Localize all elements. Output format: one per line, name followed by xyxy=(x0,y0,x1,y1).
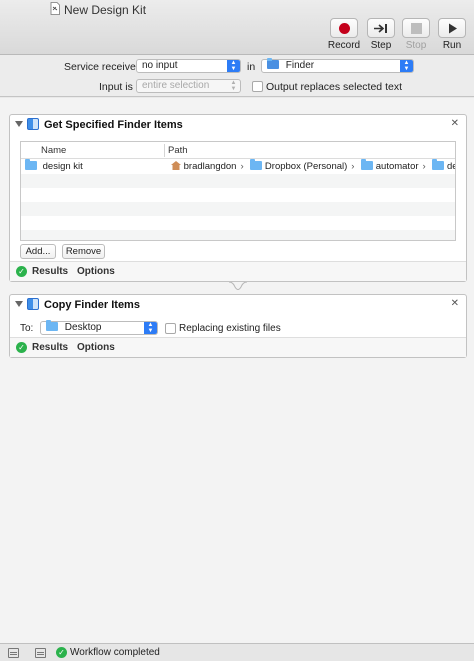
action-connector-icon xyxy=(229,282,247,290)
item-path: bradlangdon › Dropbox (Personal) › automat… xyxy=(171,159,455,172)
service-settings-bar: Service receives no input ▲ ▼ in Finder ▲… xyxy=(0,55,474,97)
finder-items-table: Name Path design kit bradlangdon › Dropbo… xyxy=(20,141,456,241)
action-title: Copy Finder Items xyxy=(44,299,140,311)
status-text: Workflow completed xyxy=(70,647,160,658)
folder-icon xyxy=(432,159,445,170)
path-segment: design xyxy=(446,161,455,172)
popup-arrows-icon: ▲ ▼ xyxy=(230,80,237,92)
workflow-area: Get Specified Finder Items ✕ Name Path d… xyxy=(0,98,474,643)
success-check-icon: ✓ xyxy=(56,647,67,658)
stop-icon xyxy=(410,22,422,34)
disclosure-triangle-icon[interactable] xyxy=(15,301,23,307)
path-segment: Dropbox (Personal) xyxy=(264,161,348,172)
output-replaces-label: Output replaces selected text xyxy=(266,81,402,93)
action-title: Get Specified Finder Items xyxy=(44,119,183,131)
table-row[interactable]: design kit bradlangdon › Dropbox (Persona… xyxy=(21,159,455,174)
results-tab[interactable]: Results xyxy=(32,266,68,277)
log-view-icon[interactable] xyxy=(8,648,19,658)
table-row-empty xyxy=(21,202,455,216)
close-icon[interactable]: ✕ xyxy=(451,298,459,309)
table-row-empty xyxy=(21,230,455,240)
application-popup[interactable]: Finder ▲ ▼ xyxy=(261,58,414,73)
popup-arrows-icon: ▲ ▼ xyxy=(144,322,157,334)
destination-value: Desktop xyxy=(64,322,102,333)
action-get-specified-finder-items: Get Specified Finder Items ✕ Name Path d… xyxy=(9,114,467,282)
stop-button[interactable]: Stop xyxy=(399,18,433,51)
finder-icon xyxy=(267,58,279,69)
finder-action-icon xyxy=(27,298,39,310)
to-label: To: xyxy=(20,323,34,334)
stop-label: Stop xyxy=(405,40,427,51)
action-footer: ✓ Results Options xyxy=(10,261,466,281)
run-label: Run xyxy=(442,40,462,51)
close-icon[interactable]: ✕ xyxy=(451,118,459,129)
success-check-icon: ✓ xyxy=(16,342,27,353)
action-header: Copy Finder Items ✕ xyxy=(10,295,466,315)
input-is-popup[interactable]: entire selection ▲ ▼ xyxy=(136,79,241,93)
options-tab[interactable]: Options xyxy=(77,266,115,277)
action-footer: ✓ Results Options xyxy=(10,337,466,357)
folder-icon xyxy=(361,159,374,170)
table-row-empty xyxy=(21,188,455,202)
column-header-path[interactable]: Path xyxy=(168,145,188,156)
variables-view-icon[interactable] xyxy=(35,648,46,658)
step-button[interactable]: Step xyxy=(364,18,398,51)
output-replaces-checkbox[interactable] xyxy=(252,81,263,92)
action-header: Get Specified Finder Items ✕ xyxy=(10,115,466,135)
action-copy-finder-items: Copy Finder Items ✕ To: Desktop ▲ ▼ Repla… xyxy=(9,294,467,358)
input-is-label: Input is xyxy=(99,81,133,93)
column-header-name[interactable]: Name xyxy=(41,145,66,156)
disclosure-triangle-icon[interactable] xyxy=(15,121,23,127)
in-label: in xyxy=(247,61,256,73)
step-label: Step xyxy=(370,40,392,51)
service-receives-popup[interactable]: no input ▲ ▼ xyxy=(136,59,241,73)
step-icon xyxy=(374,23,387,33)
folder-icon xyxy=(250,159,263,170)
table-header: Name Path xyxy=(21,142,455,159)
record-label: Record xyxy=(327,40,361,51)
window-toolbar: New Design Kit Record Step Stop Run xyxy=(0,0,474,55)
table-row-empty xyxy=(21,216,455,230)
destination-popup[interactable]: Desktop ▲ ▼ xyxy=(40,320,158,335)
results-tab[interactable]: Results xyxy=(32,342,68,353)
path-segment: bradlangdon xyxy=(183,161,237,172)
column-divider[interactable] xyxy=(164,144,165,157)
service-receives-value: no input xyxy=(142,60,178,71)
run-button[interactable]: Run xyxy=(435,18,469,51)
replacing-existing-checkbox[interactable] xyxy=(165,323,176,334)
success-check-icon: ✓ xyxy=(16,266,27,277)
options-tab[interactable]: Options xyxy=(77,342,115,353)
record-icon xyxy=(338,22,350,34)
record-button[interactable]: Record xyxy=(327,18,361,51)
home-folder-icon xyxy=(171,161,181,170)
service-receives-label: Service receives xyxy=(64,61,142,73)
input-is-value: entire selection xyxy=(142,80,210,91)
path-segment: automator xyxy=(375,161,419,172)
status-bar: ✓ Workflow completed xyxy=(0,643,474,661)
folder-icon xyxy=(46,320,58,331)
replacing-existing-label: Replacing existing files xyxy=(179,323,281,334)
application-value: Finder xyxy=(285,60,315,71)
item-name: design kit xyxy=(42,161,83,172)
path-separator-icon: › xyxy=(422,161,426,172)
path-separator-icon: › xyxy=(351,161,355,172)
finder-action-icon xyxy=(27,118,39,130)
path-separator-icon: › xyxy=(240,161,244,172)
table-row-empty xyxy=(21,174,455,188)
add-button[interactable]: Add... xyxy=(20,244,56,259)
remove-button[interactable]: Remove xyxy=(62,244,105,259)
popup-arrows-icon: ▲ ▼ xyxy=(400,60,413,72)
popup-arrows-icon: ▲ ▼ xyxy=(227,60,240,72)
folder-icon xyxy=(25,159,37,170)
run-icon xyxy=(448,23,457,33)
window-title: New Design Kit xyxy=(64,3,147,17)
document-icon xyxy=(50,2,60,15)
